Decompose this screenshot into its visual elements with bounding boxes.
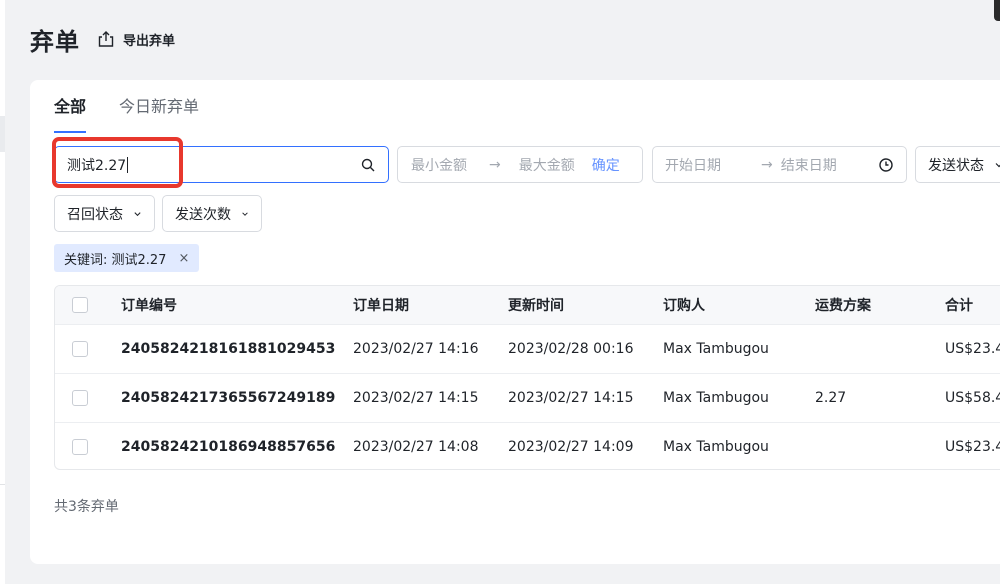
header-updated-time[interactable]: 更新时间 — [508, 286, 564, 324]
sidebar-divider — [0, 484, 5, 485]
row-checkbox[interactable] — [72, 341, 88, 357]
end-date-input[interactable]: 结束日期 — [781, 155, 878, 175]
date-range-picker[interactable]: 开始日期 → 结束日期 — [652, 146, 907, 183]
updated-time: 2023/02/27 14:15 — [508, 390, 634, 406]
tab-bar: 全部 今日新弃单 — [54, 80, 232, 133]
buyer-name: Max Tambugou — [663, 341, 769, 357]
table-row[interactable]: 2405824218161881029453 2023/02/27 14:16 … — [55, 324, 1000, 373]
tab-all[interactable]: 全部 — [54, 80, 87, 133]
amount-range-filter: 最小金额 → 最大金额 确定 — [397, 146, 643, 183]
export-button[interactable]: 导出弃单 — [96, 29, 175, 49]
buyer-name: Max Tambugou — [663, 439, 769, 455]
clock-icon — [879, 157, 893, 172]
row-checkbox[interactable] — [72, 390, 88, 406]
sidebar-active-mark — [0, 116, 5, 152]
keyword-filter-tag: 关键词: 测试2.27 × — [54, 244, 200, 272]
remove-filter-icon[interactable]: × — [178, 251, 189, 266]
updated-time: 2023/02/28 00:16 — [508, 341, 634, 357]
header-order-date[interactable]: 订单日期 — [353, 286, 409, 324]
select-all-checkbox[interactable] — [72, 297, 88, 313]
order-date: 2023/02/27 14:15 — [353, 390, 479, 406]
amount-confirm-button[interactable]: 确定 — [592, 155, 620, 175]
orders-table: 订单编号 订单日期 更新时间 订购人 运费方案 合计 2405824218161… — [54, 285, 1000, 470]
search-input-value: 测试2.27 — [67, 156, 129, 174]
order-date: 2023/02/27 14:08 — [353, 439, 479, 455]
table-header-row: 订单编号 订单日期 更新时间 订购人 运费方案 合计 — [55, 286, 1000, 324]
window-corner-control — [994, 0, 1000, 21]
send-count-label: 发送次数 — [175, 206, 231, 223]
keyword-filter-label: 关键词: 测试2.27 — [64, 252, 167, 268]
order-date: 2023/02/27 14:16 — [353, 341, 479, 357]
send-count-dropdown[interactable]: 发送次数 — [162, 195, 262, 232]
app-root: 弃单 导出弃单 全部 今日新弃单 测试2.27 最小金额 → 最大金额 确定 开… — [0, 0, 1000, 584]
date-range-arrow: → — [761, 156, 773, 173]
export-button-label: 导出弃单 — [123, 33, 176, 49]
row-checkbox[interactable] — [72, 439, 88, 455]
range-arrow: → — [489, 156, 501, 173]
left-sidebar-edge — [0, 0, 5, 584]
header-total[interactable]: 合计 — [945, 286, 973, 324]
shipping-plan: 2.27 — [815, 390, 847, 406]
text-caret — [127, 156, 129, 173]
order-id[interactable]: 2405824217365567249189 — [121, 374, 335, 422]
page-title: 弃单 — [30, 27, 80, 56]
recall-status-label: 召回状态 — [67, 206, 123, 223]
search-input[interactable]: 测试2.27 — [54, 146, 389, 183]
header-shipping-plan[interactable]: 运费方案 — [815, 286, 871, 324]
order-total: US$23.4 — [945, 341, 1000, 357]
min-amount-input[interactable]: 最小金额 — [411, 155, 467, 175]
total-count-label: 共3条弃单 — [54, 499, 119, 515]
table-row[interactable]: 2405824217365567249189 2023/02/27 14:15 … — [55, 373, 1000, 422]
chevron-down-icon — [242, 211, 248, 216]
send-status-label: 发送状态 — [928, 157, 984, 174]
order-id[interactable]: 2405824218161881029453 — [121, 325, 335, 373]
buyer-name: Max Tambugou — [663, 390, 769, 406]
chevron-down-icon — [134, 211, 141, 216]
tab-today-new[interactable]: 今日新弃单 — [119, 80, 199, 133]
start-date-input[interactable]: 开始日期 — [665, 155, 721, 175]
updated-time: 2023/02/27 14:09 — [508, 439, 634, 455]
export-icon — [98, 31, 114, 47]
table-row[interactable]: 2405824210186948857656 2023/02/27 14:08 … — [55, 422, 1000, 469]
header-buyer[interactable]: 订购人 — [663, 286, 705, 324]
send-status-dropdown[interactable]: 发送状态 — [915, 146, 1000, 183]
header-order-id[interactable]: 订单编号 — [121, 286, 177, 324]
order-total: US$58.4 — [945, 390, 1000, 406]
search-icon[interactable] — [360, 157, 376, 173]
max-amount-input[interactable]: 最大金额 — [519, 155, 575, 175]
order-id[interactable]: 2405824210186948857656 — [121, 423, 335, 469]
recall-status-dropdown[interactable]: 召回状态 — [54, 195, 155, 232]
page-header: 弃单 导出弃单 — [30, 22, 175, 56]
chevron-down-icon — [995, 162, 1000, 167]
content-card: 全部 今日新弃单 测试2.27 最小金额 → 最大金额 确定 开始日期 → 结束… — [30, 80, 1000, 564]
order-total: US$23.4 — [945, 439, 1000, 455]
